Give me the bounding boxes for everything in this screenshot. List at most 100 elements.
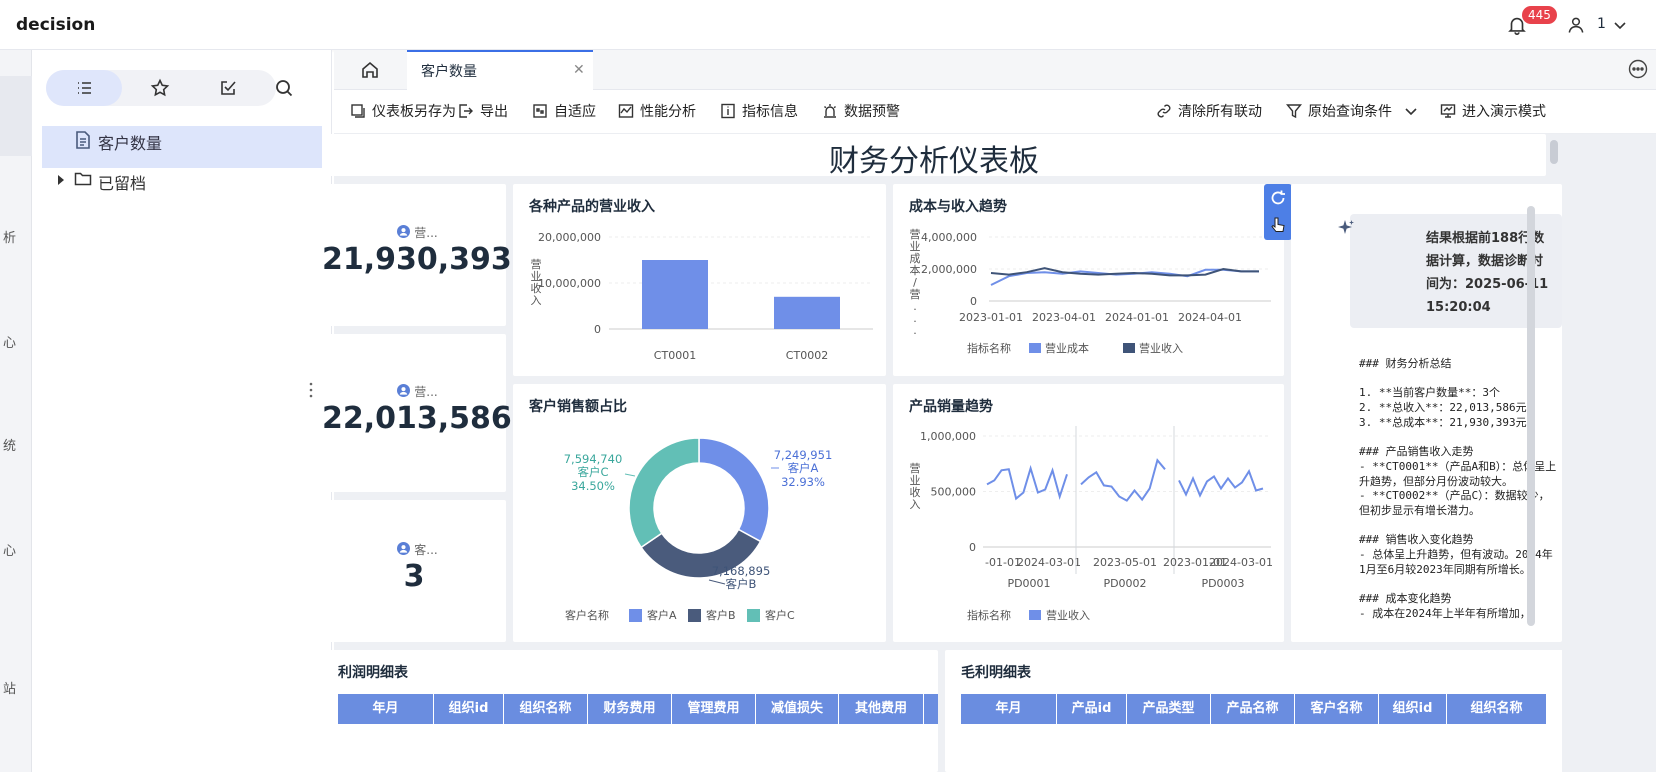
- original-query-dropdown[interactable]: 原始查询条件: [1286, 100, 1418, 122]
- bar: [642, 260, 708, 329]
- tab-bar: 客户数量 ✕: [334, 50, 1656, 90]
- legend-label: 客户B: [706, 608, 736, 622]
- more-icon[interactable]: [1628, 59, 1648, 79]
- metric-info-button[interactable]: 指标信息: [720, 100, 798, 122]
- kpi-label: 营...: [414, 226, 438, 240]
- column-header[interactable]: 产品名称: [1211, 694, 1295, 724]
- tab-dashboard[interactable]: 客户数量 ✕: [407, 50, 593, 90]
- column-header[interactable]: 组织id: [434, 694, 504, 724]
- dashboard-title: 财务分析仪表板: [829, 144, 1039, 179]
- tree-item-archived[interactable]: 已留档: [98, 170, 146, 194]
- rail-item-center-2[interactable]: 心: [0, 540, 32, 559]
- column-header[interactable]: 组织id: [1379, 694, 1447, 724]
- chart-card-product-revenue: 各种产品的营业收入 20,000,000 10,000,000 0 营业收入 CT000…: [513, 184, 886, 376]
- list-icon[interactable]: [74, 78, 94, 98]
- gross-margin-table-header: 年月 产品id 产品类型 产品名称 客户名称 组织id 组织名称: [961, 694, 1547, 724]
- tree-item-dashboard[interactable]: 客户数量: [98, 130, 162, 154]
- x-tick-label: 2023-05-01: [1093, 556, 1157, 569]
- column-header[interactable]: 其他费用: [839, 694, 924, 724]
- y-tick-label: 2,000,000: [921, 263, 977, 276]
- gross-margin-table-card: 毛利明细表 年月 产品id 产品类型 产品名称 客户名称 组织id 组织名称: [945, 650, 1562, 772]
- legend-swatch: [1029, 610, 1041, 620]
- column-header[interactable]: 财务费用: [588, 694, 672, 724]
- caret-right-icon[interactable]: [56, 174, 66, 186]
- y-tick-label: 10,000,000: [538, 277, 601, 290]
- column-header[interactable]: 组织名称: [1447, 694, 1547, 724]
- x-tick-label: -01-01: [985, 556, 1021, 569]
- label-leader: [624, 473, 636, 477]
- data-label: 客户B: [726, 577, 757, 591]
- y-tick-label: 20,000,000: [538, 231, 601, 244]
- edit-box-icon[interactable]: [218, 78, 238, 98]
- x-tick-label: 2023-01-01: [959, 311, 1023, 324]
- clear-links-button[interactable]: 清除所有联动: [1156, 100, 1262, 122]
- tab-home[interactable]: [334, 50, 406, 90]
- present-mode-button[interactable]: 进入演示模式: [1440, 100, 1546, 122]
- refresh-icon[interactable]: [1269, 189, 1287, 207]
- chevron-down-icon[interactable]: [1613, 18, 1627, 32]
- data-label: 7,249,951: [774, 448, 833, 462]
- group-label: PD0001: [1007, 577, 1050, 590]
- rail-item-analysis[interactable]: 析: [0, 227, 32, 246]
- save-as-icon: [351, 104, 365, 118]
- performance-label: 性能分析: [640, 104, 696, 120]
- adaptive-button[interactable]: 自适应: [532, 100, 596, 122]
- clear-links-label: 清除所有联动: [1178, 104, 1262, 120]
- x-tick-label: 2024-03-01: [1209, 556, 1273, 569]
- resize-handle-icon[interactable]: [308, 380, 314, 400]
- kpi-card-customers: 客... 3: [322, 500, 506, 642]
- notification-badge[interactable]: 445: [1522, 6, 1557, 24]
- rail-item-center[interactable]: 心: [0, 332, 32, 351]
- data-label: 客户C: [577, 465, 608, 479]
- legend-swatch: [688, 609, 701, 622]
- tab-label: 客户数量: [421, 64, 477, 80]
- user-icon[interactable]: [1566, 15, 1586, 35]
- group-label: PD0003: [1201, 577, 1244, 590]
- star-icon[interactable]: [150, 78, 170, 98]
- y-tick-label: 500,000: [931, 486, 977, 499]
- column-header[interactable]: 产品id: [1057, 694, 1127, 724]
- metric-info-label: 指标信息: [742, 104, 798, 120]
- save-as-button[interactable]: 仪表板另存为: [350, 100, 456, 122]
- legend-label: 客户C: [765, 608, 795, 622]
- rail-selected-item[interactable]: [0, 76, 32, 156]
- legend-label: 客户A: [647, 608, 677, 622]
- performance-button[interactable]: 性能分析: [618, 100, 696, 122]
- legend-title: 客户名称: [565, 608, 609, 622]
- data-alert-button[interactable]: 数据预警: [822, 100, 900, 122]
- data-label: 7,594,740: [564, 452, 623, 466]
- column-header[interactable]: 产品类型: [1127, 694, 1211, 724]
- sidebar: 客户数量 已留档: [32, 50, 332, 772]
- pie-slice: [698, 437, 770, 543]
- user-name[interactable]: 1: [1597, 16, 1606, 32]
- summary-scrollbar[interactable]: [1527, 206, 1535, 626]
- x-tick-label: 2024-01-01: [1105, 311, 1169, 324]
- close-icon[interactable]: ✕: [573, 62, 585, 78]
- x-tick-label: 2024-03-01: [1017, 556, 1081, 569]
- presentation-icon: [1440, 104, 1456, 118]
- legend-title: 指标名称: [967, 341, 1011, 355]
- column-header[interactable]: 管理费用: [672, 694, 756, 724]
- legend-label: 营业收入: [1139, 341, 1183, 355]
- scrollbar-thumb[interactable]: [1550, 140, 1558, 164]
- label-leader: [708, 579, 726, 585]
- y-axis-label: 营: [910, 287, 921, 301]
- y-axis-label: 营: [531, 257, 542, 271]
- top-bar: decision 445 1: [0, 0, 1656, 50]
- column-header[interactable]: 减值损失: [756, 694, 839, 724]
- column-header[interactable]: 年月: [961, 694, 1057, 724]
- rail-item-site[interactable]: 站: [0, 678, 32, 697]
- search-icon[interactable]: [274, 78, 294, 98]
- kpi-card-revenue: 营... 22,013,586: [322, 334, 512, 492]
- chart-card-product-sales-trend: 产品销量趋势 1,000,000 500,000 0 营业收入 -01-01 2024-0…: [893, 384, 1284, 642]
- export-button[interactable]: 导出: [458, 100, 508, 122]
- chart-float-tools[interactable]: [1264, 184, 1292, 240]
- group-label: PD0002: [1103, 577, 1146, 590]
- column-header[interactable]: 组织名称: [504, 694, 588, 724]
- column-header[interactable]: 年月: [338, 694, 434, 724]
- bar-chart: 20,000,00010,000,0000营业收入CT0001 CT0002: [531, 231, 873, 362]
- column-header[interactable]: 客户名称: [1295, 694, 1379, 724]
- rail-item-system[interactable]: 统: [0, 435, 32, 454]
- legend-swatch: [747, 609, 760, 622]
- cursor-pointer-icon: [1271, 217, 1285, 232]
